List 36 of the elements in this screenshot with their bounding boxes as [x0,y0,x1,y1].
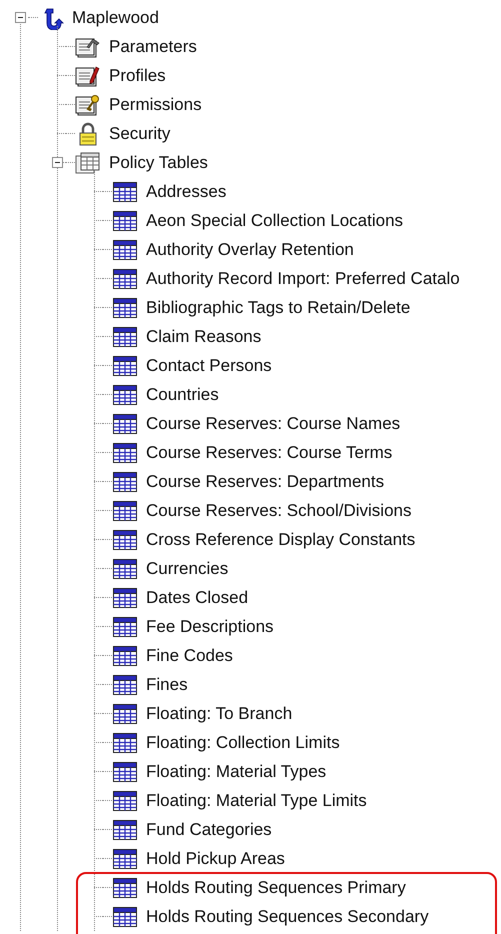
tree-item[interactable]: Course Reserves: Course Terms [146,442,392,462]
tree-item[interactable]: Course Reserves: School/Divisions [146,500,412,520]
tree-item[interactable]: Contact Persons [146,356,272,376]
tree-item[interactable]: Authority Record Import: Preferred Catalo [146,268,460,288]
tree-item[interactable]: Security [109,124,170,144]
tree-item[interactable]: Countries [146,384,219,404]
collapse-toggle[interactable] [52,157,63,168]
tree-item[interactable]: Parameters [109,36,197,56]
tree-item[interactable]: Permissions [109,94,202,114]
tree-item[interactable]: Floating: Material Type Limits [146,790,367,810]
ledger-key-icon [75,92,101,116]
tree-item[interactable]: Currencies [146,558,228,578]
collapse-toggle[interactable] [15,12,26,23]
tree-item[interactable]: Bibliographic Tags to Retain/Delete [146,298,410,318]
tree-item[interactable]: Course Reserves: Course Names [146,414,400,434]
tree-item[interactable]: Addresses [146,182,226,202]
tree-item[interactable]: Dates Closed [146,588,248,608]
tree-item[interactable]: Fee Descriptions [146,616,274,636]
tree-item[interactable]: Fund Categories [146,820,272,840]
tree-item[interactable]: Cross Reference Display Constants [146,530,416,550]
tree-item[interactable]: Floating: Collection Limits [146,732,340,752]
tree-item[interactable]: Fine Codes [146,646,233,666]
tree-item[interactable]: Claim Reasons [146,326,262,346]
tree-item[interactable]: Aeon Special Collection Locations [146,210,404,230]
tree-item[interactable]: Authority Overlay Retention [146,240,354,260]
stacked-tables-icon [75,150,101,174]
tree-item[interactable]: Fines [146,674,188,694]
tree-item[interactable]: Hold Pickup Areas [146,848,285,868]
tree-item[interactable]: Policy Tables [109,152,208,172]
tree-item[interactable]: Holds Routing Sequences Secondary [146,906,429,926]
tree-item[interactable]: Floating: Material Types [146,762,326,782]
tree-item[interactable]: Profiles [109,66,166,86]
tree-item[interactable]: Floating: To Branch [146,704,292,724]
tree-item[interactable]: Holds Routing Sequences Primary [146,878,406,898]
tree-item[interactable]: Course Reserves: Departments [146,472,384,492]
tree-item[interactable]: Maplewood [72,8,159,28]
